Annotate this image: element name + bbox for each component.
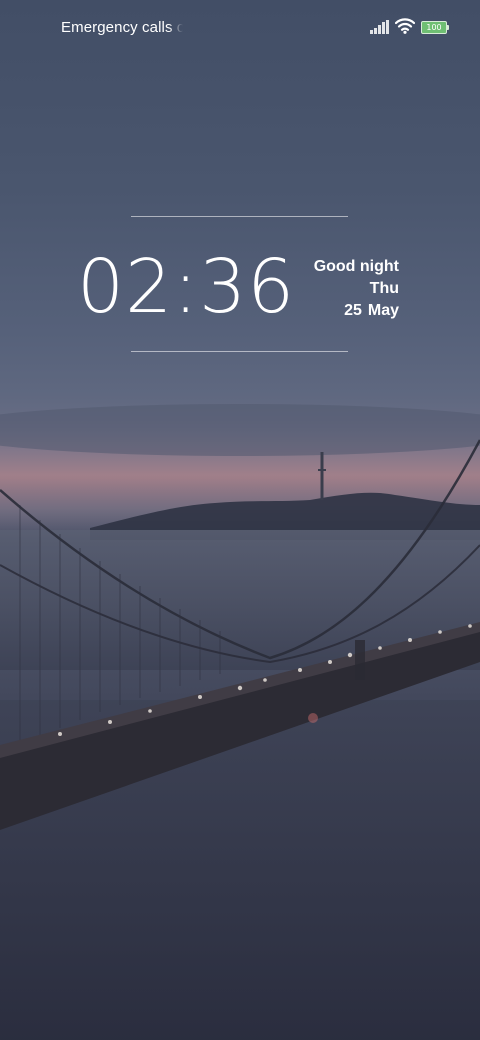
wifi-icon [395,18,415,34]
battery-tip [447,25,449,30]
battery-level-text: 100 [426,23,442,32]
date-text: 25 May [279,300,399,322]
date-greeting-block: Good night Thu 25 May [279,256,399,322]
clock-divider-top [131,216,348,217]
weekday-text: Thu [369,280,399,297]
day-number: 25 [344,302,362,319]
battery-icon: 100 [421,21,450,34]
greeting-text: Good night [313,258,399,275]
month-name: May [367,302,399,319]
carrier-status-text: Emergency calls only [61,19,183,36]
wallpaper-image [0,404,480,1040]
lock-screen: Emergency calls only 100 02:36 Good nigh… [0,0,480,1040]
clock-divider-bottom [131,351,348,352]
lock-clock-time[interactable]: 02:36 [77,244,294,330]
signal-bars-icon [370,20,389,34]
status-bar: Emergency calls only 100 [0,0,480,56]
